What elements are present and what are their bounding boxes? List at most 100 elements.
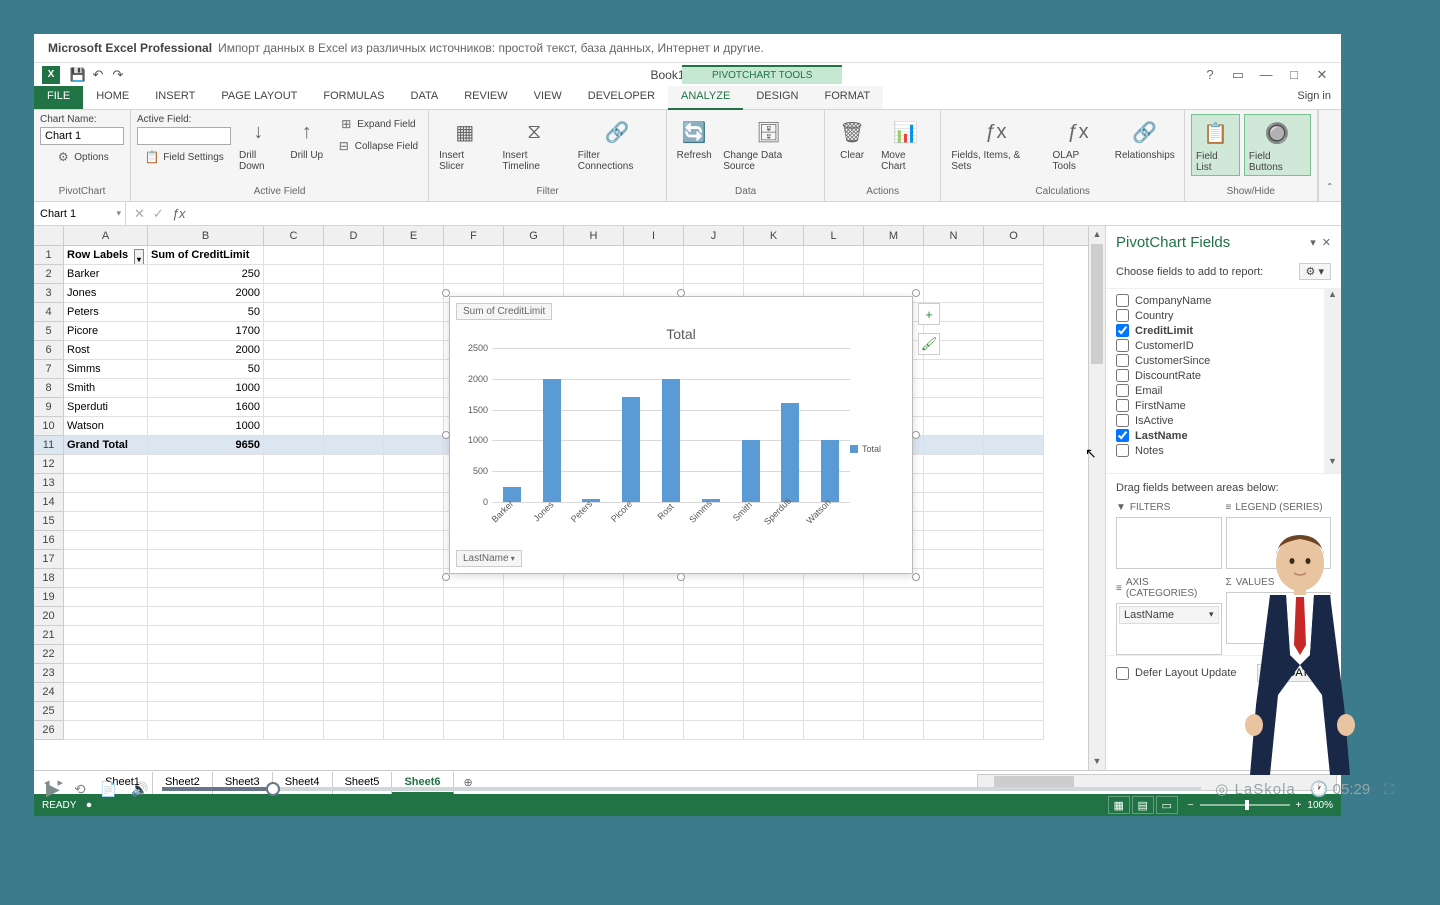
cell[interactable] [64, 569, 148, 588]
cell[interactable] [564, 721, 624, 740]
cell[interactable] [384, 246, 444, 265]
cell[interactable] [264, 398, 324, 417]
cell[interactable] [804, 721, 864, 740]
cell[interactable] [984, 531, 1044, 550]
cell[interactable] [924, 607, 984, 626]
cell[interactable] [984, 398, 1044, 417]
cell[interactable]: 50 [148, 360, 264, 379]
cancel-fx-icon[interactable]: ✕ [134, 206, 145, 222]
cell[interactable] [744, 588, 804, 607]
row-header[interactable]: 11 [34, 436, 64, 455]
signin-link[interactable]: Sign in [1287, 86, 1341, 109]
tab-formulas[interactable]: FORMULAS [310, 86, 397, 109]
tab-data[interactable]: DATA [398, 86, 452, 109]
relationships-button[interactable]: 🔗Relationships [1112, 114, 1178, 163]
cell[interactable] [64, 588, 148, 607]
cell[interactable] [984, 664, 1044, 683]
cell[interactable] [864, 721, 924, 740]
cell[interactable] [804, 626, 864, 645]
cell[interactable] [984, 721, 1044, 740]
cell[interactable] [324, 512, 384, 531]
cell[interactable] [864, 683, 924, 702]
cell[interactable] [924, 360, 984, 379]
cell[interactable] [264, 284, 324, 303]
cell[interactable] [384, 512, 444, 531]
cell[interactable] [148, 455, 264, 474]
column-header[interactable]: A [64, 226, 148, 245]
cell[interactable] [564, 626, 624, 645]
row-header[interactable]: 19 [34, 588, 64, 607]
cell[interactable] [924, 626, 984, 645]
cell[interactable] [864, 626, 924, 645]
cell[interactable] [148, 626, 264, 645]
cell[interactable] [924, 265, 984, 284]
cell[interactable] [444, 702, 504, 721]
cell[interactable] [984, 512, 1044, 531]
row-header[interactable]: 17 [34, 550, 64, 569]
tab-format[interactable]: FORMAT [812, 86, 884, 109]
cell[interactable] [864, 265, 924, 284]
cell[interactable] [324, 360, 384, 379]
cell[interactable] [924, 683, 984, 702]
cell[interactable] [264, 455, 324, 474]
cell[interactable] [264, 569, 324, 588]
cell[interactable] [864, 607, 924, 626]
field-label[interactable]: LastName [1135, 430, 1188, 442]
cell[interactable]: Sum of CreditLimit [148, 246, 264, 265]
cell[interactable] [744, 721, 804, 740]
progress-track[interactable] [162, 787, 1201, 791]
cell[interactable] [384, 683, 444, 702]
cell[interactable] [324, 265, 384, 284]
clear-button[interactable]: 🗑Clear [831, 114, 873, 163]
cell[interactable] [924, 436, 984, 455]
cell[interactable] [444, 265, 504, 284]
field-checkbox[interactable] [1116, 339, 1129, 352]
cell[interactable] [324, 607, 384, 626]
cell[interactable] [984, 683, 1044, 702]
cell[interactable]: 1000 [148, 417, 264, 436]
cell[interactable] [684, 645, 744, 664]
expand-field-button[interactable]: ⊞Expand Field [332, 114, 422, 134]
cell[interactable] [384, 607, 444, 626]
cell[interactable] [324, 569, 384, 588]
cell[interactable] [504, 265, 564, 284]
cell[interactable] [744, 246, 804, 265]
chart-bar[interactable] [622, 397, 640, 502]
cell[interactable] [264, 417, 324, 436]
cell[interactable] [864, 664, 924, 683]
cell[interactable] [384, 645, 444, 664]
field-checkbox[interactable] [1116, 399, 1129, 412]
field-settings-button[interactable]: 📋Field Settings [137, 147, 231, 167]
column-header[interactable]: O [984, 226, 1044, 245]
cell[interactable] [148, 588, 264, 607]
cell[interactable] [64, 474, 148, 493]
change-data-source-button[interactable]: 🗄Change Data Source [719, 114, 818, 174]
row-header[interactable]: 6 [34, 341, 64, 360]
cell[interactable] [64, 645, 148, 664]
maximize-icon[interactable]: □ [1285, 67, 1303, 83]
cell[interactable] [324, 379, 384, 398]
cell[interactable] [444, 607, 504, 626]
cell[interactable] [324, 246, 384, 265]
cell[interactable] [804, 683, 864, 702]
field-checkbox[interactable] [1116, 294, 1129, 307]
cell[interactable] [564, 246, 624, 265]
cell[interactable] [924, 417, 984, 436]
cell[interactable] [624, 265, 684, 284]
cell[interactable] [504, 626, 564, 645]
column-header[interactable]: F [444, 226, 504, 245]
field-checkbox[interactable] [1116, 324, 1129, 337]
row-header[interactable]: 15 [34, 512, 64, 531]
cell[interactable] [504, 588, 564, 607]
rewind-icon[interactable]: ⟲ [74, 781, 86, 798]
cell[interactable]: Row Labels [64, 246, 148, 265]
cell[interactable] [384, 531, 444, 550]
cell[interactable] [444, 588, 504, 607]
row-header[interactable]: 18 [34, 569, 64, 588]
cell[interactable] [444, 683, 504, 702]
cell[interactable] [804, 607, 864, 626]
fields-pane-dropdown-icon[interactable]: ▾ [1310, 236, 1316, 249]
column-header[interactable]: H [564, 226, 624, 245]
cell[interactable] [264, 379, 324, 398]
drill-down-button[interactable]: ↓Drill Down [235, 114, 282, 174]
